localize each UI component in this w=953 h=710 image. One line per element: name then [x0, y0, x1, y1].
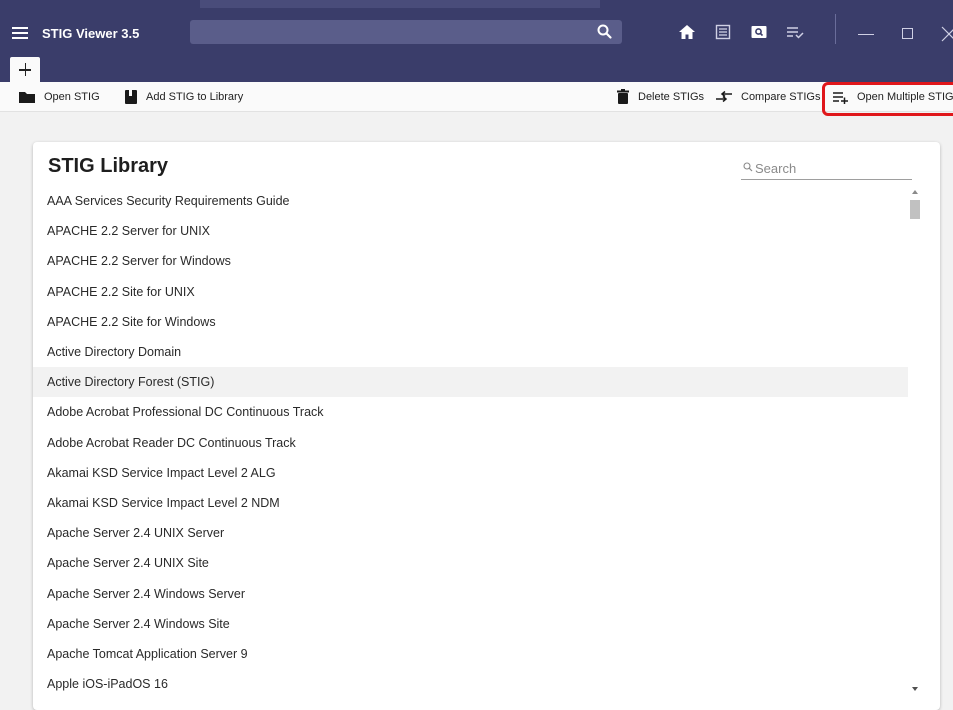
add-tab-icon[interactable]	[10, 57, 40, 82]
trash-icon	[617, 89, 629, 104]
compare-arrows-icon	[716, 90, 732, 103]
list-item[interactable]: Akamai KSD Service Impact Level 2 NDM	[33, 488, 908, 518]
library-search-input[interactable]	[755, 158, 905, 178]
list-item[interactable]: Apache Tomcat Application Server 9	[33, 639, 908, 669]
home-icon[interactable]	[676, 21, 698, 43]
stig-library-card: STIG Library AAA Services Security Requi…	[33, 142, 940, 710]
folder-icon	[19, 92, 35, 103]
scroll-up-arrow[interactable]	[912, 190, 918, 194]
preview-icon[interactable]	[748, 21, 770, 43]
list-item[interactable]: Adobe Acrobat Professional DC Continuous…	[33, 397, 908, 427]
compare-stigs-button[interactable]: Compare STIGs	[715, 82, 820, 112]
title-bar: STIG Viewer 3.5	[0, 0, 953, 52]
list-item[interactable]: AAA Services Security Requirements Guide	[33, 186, 908, 216]
library-search[interactable]	[741, 154, 912, 180]
open-stig-button[interactable]: Open STIG	[18, 82, 100, 112]
list-icon[interactable]	[712, 21, 734, 43]
list-item[interactable]: APACHE 2.2 Server for UNIX	[33, 216, 908, 246]
search-icon[interactable]	[596, 23, 614, 41]
list-item[interactable]: Apache Server 2.4 UNIX Server	[33, 518, 908, 548]
scroll-down-arrow[interactable]	[912, 687, 918, 691]
close-icon[interactable]	[940, 22, 953, 44]
toolbar: Open STIG Add STIG to Library Delete STI…	[0, 82, 953, 112]
library-title: STIG Library	[48, 155, 169, 177]
list-item[interactable]: Apple iOS-iPadOS 16	[33, 669, 908, 699]
list-item[interactable]: Akamai KSD Service Impact Level 2 ALG	[33, 458, 908, 488]
open-multiple-stig-label: Open Multiple STIG	[857, 91, 953, 103]
maximize-icon[interactable]	[902, 28, 913, 39]
book-icon	[125, 90, 137, 104]
titlebar-divider	[835, 14, 836, 44]
open-multiple-stig-button[interactable]: Open Multiple STIG	[832, 82, 953, 112]
add-stig-button[interactable]: Add STIG to Library	[124, 82, 243, 112]
list-item[interactable]: APACHE 2.2 Site for Windows	[33, 307, 908, 337]
list-item[interactable]: Apache Server 2.4 Windows Server	[33, 578, 908, 608]
list-item[interactable]: Active Directory Forest (STIG)	[33, 367, 908, 398]
list-item[interactable]: Apache Server 2.4 UNIX Site	[33, 548, 908, 578]
global-search-bar[interactable]	[190, 20, 622, 44]
minimize-icon[interactable]	[858, 34, 874, 35]
app-title: STIG Viewer 3.5	[42, 26, 140, 41]
list-scrollbar[interactable]	[910, 186, 922, 694]
list-item[interactable]: Apache Server 2.4 Windows Site	[33, 609, 908, 639]
playlist-check-icon[interactable]	[784, 21, 806, 43]
scroll-thumb[interactable]	[910, 200, 920, 219]
list-item[interactable]: APACHE 2.2 Site for UNIX	[33, 277, 908, 307]
open-stig-label: Open STIG	[44, 91, 100, 103]
tab-strip	[0, 52, 953, 82]
delete-stigs-label: Delete STIGs	[638, 91, 705, 103]
delete-stigs-button[interactable]: Delete STIGs	[616, 82, 704, 112]
playlist-add-icon	[833, 92, 848, 104]
list-item[interactable]: Adobe Acrobat Reader DC Continuous Track	[33, 428, 908, 458]
list-item[interactable]: Active Directory Domain	[33, 337, 908, 367]
list-item[interactable]: APACHE 2.2 Server for Windows	[33, 246, 908, 276]
search-icon	[743, 162, 753, 172]
compare-stigs-label: Compare STIGs	[741, 91, 821, 103]
stig-list: AAA Services Security Requirements Guide…	[33, 186, 908, 699]
menu-icon[interactable]	[12, 24, 32, 42]
add-stig-label: Add STIG to Library	[146, 91, 244, 103]
